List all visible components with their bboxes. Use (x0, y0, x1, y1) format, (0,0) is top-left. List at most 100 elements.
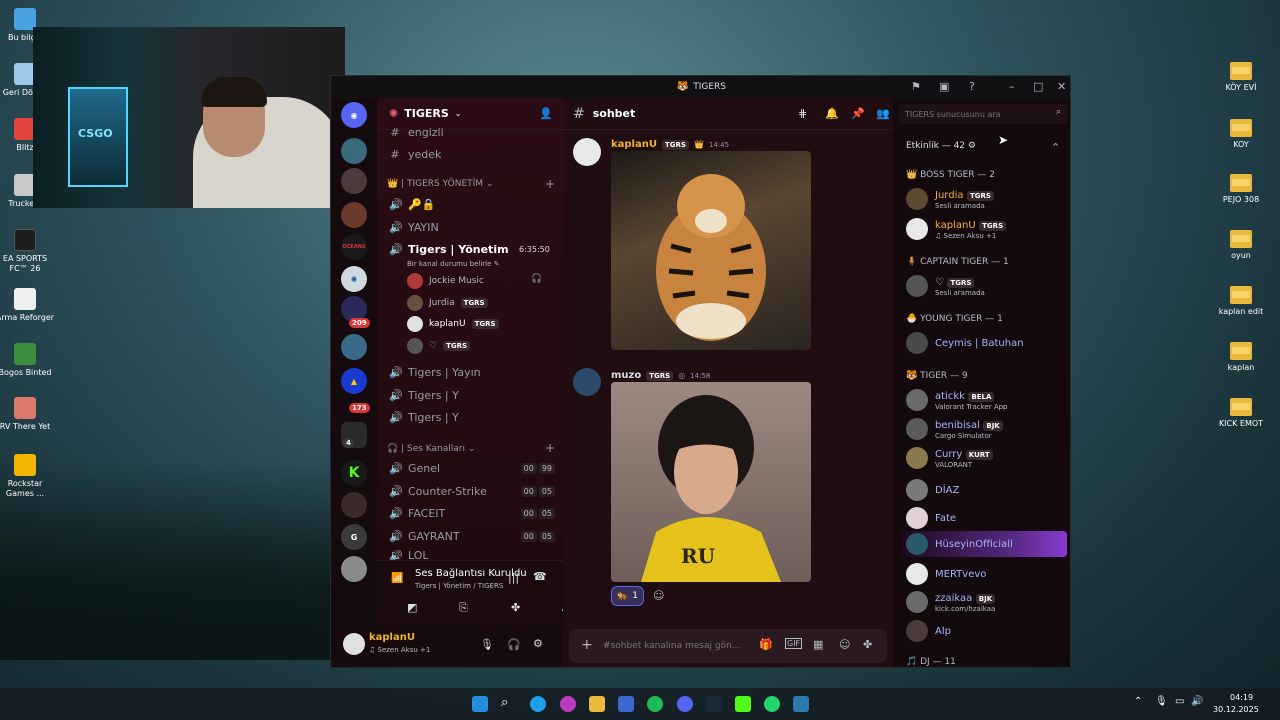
activity-header[interactable]: Etkinlik — 42 ⚙ (906, 141, 976, 151)
bell-icon[interactable]: 🔔 (825, 107, 839, 120)
server-icon[interactable] (341, 334, 367, 360)
server-icon[interactable] (341, 138, 367, 164)
microphone-icon[interactable]: 🎙 (480, 638, 494, 651)
screen-share-icon[interactable]: ⎘ (459, 601, 468, 615)
microphone-icon[interactable]: 🎙 (1155, 696, 1168, 707)
add-channel-icon[interactable]: + (545, 441, 555, 455)
author-name[interactable]: kaplanU (611, 139, 657, 150)
steam-icon[interactable] (706, 696, 722, 712)
voice-channel[interactable]: 🔊 GAYRANT (389, 530, 460, 543)
chevron-up-icon[interactable]: ⌃ (1051, 141, 1060, 154)
voice-location[interactable]: Tigers | Yönetim / TIGERS (415, 582, 503, 590)
voice-user[interactable]: ♡ TGRS (407, 338, 471, 354)
discord-home-icon[interactable]: ◉ (341, 102, 367, 128)
apps-icon[interactable]: ✤ (863, 638, 872, 651)
category-yonetim[interactable]: 👑 | TIGERS YÖNETİM ⌄ (387, 179, 493, 189)
server-search-input[interactable] (905, 106, 1045, 122)
channel-item[interactable]: # yedek (389, 148, 441, 161)
kick-icon[interactable] (735, 696, 751, 712)
member-list-icon[interactable]: 👥 (876, 107, 890, 120)
file-explorer-icon[interactable] (589, 696, 605, 712)
spotify-icon[interactable] (647, 696, 663, 712)
app-icon[interactable] (560, 696, 576, 712)
server-icon[interactable] (341, 202, 367, 228)
member-item[interactable]: Alp (906, 620, 951, 642)
member-item[interactable]: ♡ TGRS Sesli aramada (906, 275, 985, 297)
gift-icon[interactable]: 🎁 (759, 638, 773, 651)
headphones-icon[interactable]: 🎧 (507, 638, 521, 651)
gif-icon[interactable]: GIF (785, 638, 803, 649)
close-button[interactable]: ✕ (1057, 80, 1066, 93)
app-icon[interactable] (793, 696, 809, 712)
voice-channel[interactable]: 🔊 Counter-Strike (389, 485, 487, 498)
desktop-icon-bogos[interactable]: Bogos Binted (0, 343, 57, 378)
category-ses-kanallari[interactable]: 🎧 | Ses Kanalları ⌄ (387, 444, 475, 454)
voice-user[interactable]: Jurdia TGRS (407, 295, 488, 311)
server-icon[interactable]: ▲ (341, 368, 367, 394)
voice-channel[interactable]: 🔊 Tigers | Y (389, 411, 459, 424)
sticker-icon[interactable]: ▦ (813, 638, 823, 651)
activities-icon[interactable]: ✤ (511, 601, 520, 614)
voice-channel-yayin[interactable]: 🔊 YAYIN (389, 221, 439, 234)
desktop-folder[interactable]: PEJO 308 (1209, 174, 1273, 205)
server-oceans[interactable]: OCEANS (341, 234, 367, 260)
clock-time[interactable]: 04:19 (1230, 693, 1253, 702)
desktop-folder[interactable]: KOY (1209, 119, 1273, 150)
voice-user[interactable]: Jockie Music (407, 273, 484, 289)
person-gif[interactable]: RU (611, 382, 811, 582)
server-g[interactable]: G (341, 524, 367, 550)
voice-channel[interactable]: 🔊 Tigers | Y (389, 389, 459, 402)
chevron-up-icon[interactable]: ⌃ (1134, 696, 1142, 707)
voice-channel[interactable]: 🔊 Tigers | Yayın (389, 366, 481, 379)
member-item[interactable]: HüseyinOfficiall (906, 533, 1013, 555)
author-name[interactable]: muzo (611, 370, 641, 381)
start-icon[interactable] (472, 696, 488, 712)
clock-date[interactable]: 30.12.2025 (1213, 705, 1259, 714)
help-icon[interactable]: ? (969, 80, 975, 93)
reaction-button[interactable]: 🐅 1 (611, 586, 644, 606)
user-avatar[interactable] (343, 633, 365, 655)
author-avatar[interactable] (573, 138, 601, 166)
message-input[interactable] (603, 637, 753, 655)
disconnect-icon[interactable]: ☎ (533, 570, 547, 583)
minimize-button[interactable]: – (1009, 80, 1015, 93)
emoji-icon[interactable]: ☺ (839, 638, 850, 651)
desktop-icon-ea-fc[interactable]: EA SPORTS FC™ 26 (0, 229, 57, 274)
kick-server-icon[interactable]: K (341, 460, 367, 486)
desktop-icon-arma[interactable]: Arma Reforger (0, 288, 57, 323)
inbox-icon[interactable]: ▣ (939, 80, 949, 93)
add-channel-icon[interactable]: + (545, 177, 555, 191)
volume-icon[interactable]: 🔊 (1191, 696, 1203, 707)
member-item[interactable]: MERTvevo (906, 563, 986, 585)
member-item[interactable]: Curry KURT VALORANT (906, 447, 993, 469)
member-item[interactable]: benibisal BJK Cargo Simulator (906, 418, 1003, 440)
tiger-gif[interactable] (611, 151, 811, 350)
voice-channel[interactable]: 🔊 LOL (389, 550, 429, 560)
desktop-folder[interactable]: kaplan edit (1209, 286, 1273, 317)
desktop-icon-rockstar[interactable]: Rockstar Games ... (0, 454, 57, 499)
channel-status-hint[interactable]: Bir kanal durumu belirle ✎ (407, 260, 500, 268)
add-reaction-icon[interactable]: ☺ (653, 589, 664, 602)
member-item[interactable]: Jurdia TGRS Sesli aramada (906, 188, 994, 210)
mail-icon[interactable] (618, 696, 634, 712)
server-icon[interactable] (341, 556, 367, 582)
maximize-button[interactable]: □ (1033, 80, 1043, 93)
desktop-folder[interactable]: KÖY EVİ (1209, 62, 1273, 93)
discord-icon[interactable] (677, 696, 693, 712)
channel-item[interactable]: # engizli (389, 126, 443, 139)
member-item[interactable]: kaplanU TGRS ♫ Sezen Aksu +1 (906, 218, 1007, 240)
server-icon[interactable] (341, 168, 367, 194)
upload-plus-icon[interactable]: + (581, 637, 593, 653)
desktop-folder[interactable]: oyun (1209, 230, 1273, 261)
member-item[interactable]: DİAZ (906, 479, 959, 501)
noise-icon[interactable]: ||| (508, 571, 519, 584)
network-icon[interactable]: ▭ (1175, 696, 1184, 707)
pin-icon[interactable]: 📌 (851, 107, 865, 120)
voice-channel-yonetim[interactable]: 🔊 Tigers | Yönetim (389, 243, 509, 256)
voice-user[interactable]: kaplanU TGRS (407, 316, 499, 332)
voice-channel-locked[interactable]: 🔊 🔑🔒 (389, 198, 435, 211)
edge-icon[interactable] (530, 696, 546, 712)
camera-off-icon[interactable]: ◩ (407, 601, 417, 614)
author-avatar[interactable] (573, 368, 601, 396)
member-item[interactable]: zzaikaa BJK kick.com/hzaikaa (906, 591, 995, 613)
